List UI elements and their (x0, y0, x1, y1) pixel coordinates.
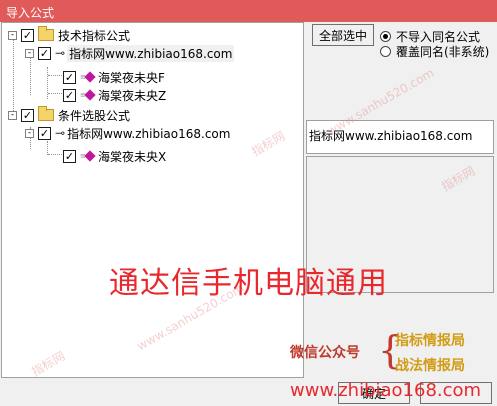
radio-label: 覆盖同名(非系统) (396, 45, 490, 59)
wechat-account-2: 战法情报局 (395, 358, 465, 374)
select-all-button[interactable]: 全部选中 (312, 24, 374, 46)
title-bar: 导入公式 (0, 0, 497, 22)
tree-line (47, 141, 48, 155)
tree-line (47, 67, 48, 99)
promo-url: www.zhibiao168.com (290, 380, 482, 401)
tree-line (48, 93, 62, 94)
formula-source-box: 指标网www.zhibiao168.com (306, 120, 494, 154)
tree-line (48, 75, 62, 76)
checkbox[interactable]: ✓ (63, 149, 76, 163)
checkbox[interactable]: ✓ (63, 70, 76, 84)
wechat-account-1: 指标情报局 (395, 333, 465, 349)
formula-tree[interactable]: - ✓ 技术指标公式 - ✓ ⊸ 指标网www.zhibiao168.com ✓… (1, 22, 304, 378)
checkmark-icon: ✓ (39, 46, 50, 60)
checkmark-icon: ✓ (64, 88, 75, 102)
wechat-label: 微信公众号 (290, 345, 360, 361)
collapse-toggle-icon[interactable]: - (25, 48, 34, 58)
tree-node-label: 条件选股公式 (58, 108, 131, 123)
tree-line (48, 154, 62, 155)
tree-leaf-label: 海棠夜未央X (98, 149, 167, 164)
checkbox[interactable]: ✓ (63, 88, 76, 102)
formula-icon: ≡ (80, 149, 96, 163)
tree-node-label: 指标网www.zhibiao168.com (67, 44, 235, 62)
tree-node-source-1[interactable]: - ✓ ⊸ 指标网www.zhibiao168.com (25, 44, 235, 62)
checkmark-icon: ✓ (39, 126, 50, 140)
tree-leaf-formula[interactable]: ✓ ≡ 海棠夜未央Z (63, 86, 166, 104)
checkbox[interactable]: ✓ (21, 28, 34, 42)
formula-icon: ≡ (80, 70, 96, 84)
tree-node-label: 指标网www.zhibiao168.com (67, 126, 231, 141)
folder-icon (38, 106, 54, 121)
promo-headline: 通达信手机电脑通用 (109, 266, 388, 301)
folder-icon (38, 26, 54, 41)
checkmark-icon: ✓ (64, 70, 75, 84)
radio-overwrite[interactable]: 覆盖同名(非系统) (380, 43, 489, 60)
tree-leaf-formula[interactable]: ✓ ≡ 海棠夜未央F (63, 68, 165, 86)
tree-node-screening-formulas[interactable]: - ✓ 条件选股公式 (8, 106, 130, 124)
formula-icon: ≡ (80, 88, 96, 102)
checkbox[interactable]: ✓ (38, 126, 51, 140)
key-icon: ⊸ (55, 126, 66, 140)
key-icon: ⊸ (55, 46, 66, 60)
checkbox[interactable]: ✓ (38, 46, 51, 60)
checkmark-icon: ✓ (64, 149, 75, 163)
radio-selected-icon[interactable] (380, 31, 391, 42)
tree-node-source-2[interactable]: - ✓ ⊸ 指标网www.zhibiao168.com (25, 124, 230, 142)
checkbox[interactable]: ✓ (21, 108, 34, 122)
radio-unselected-icon[interactable] (380, 46, 391, 57)
collapse-toggle-icon[interactable]: - (25, 128, 34, 138)
checkmark-icon: ✓ (22, 108, 33, 122)
collapse-toggle-icon[interactable]: - (8, 30, 17, 40)
tree-leaf-formula[interactable]: ✓ ≡ 海棠夜未央X (63, 147, 166, 165)
tree-leaf-label: 海棠夜未央Z (98, 88, 167, 103)
tree-node-indicator-formulas[interactable]: - ✓ 技术指标公式 (8, 26, 130, 44)
collapse-toggle-icon[interactable]: - (8, 110, 17, 120)
tree-node-label: 技术指标公式 (58, 28, 131, 43)
tree-line (13, 37, 14, 117)
formula-source-text: 指标网www.zhibiao168.com (309, 129, 473, 143)
checkmark-icon: ✓ (22, 28, 33, 42)
tree-leaf-label: 海棠夜未央F (98, 70, 165, 85)
window-title: 导入公式 (6, 6, 55, 20)
